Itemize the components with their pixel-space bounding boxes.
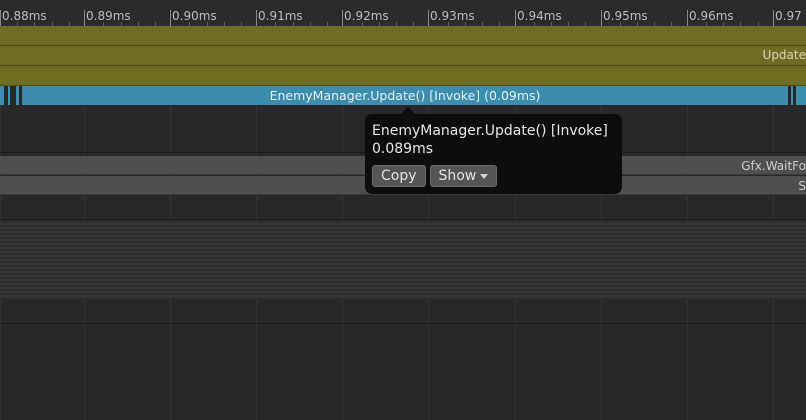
- copy-button-label: Copy: [381, 168, 417, 184]
- sample-bar-script-run[interactable]: [0, 66, 806, 86]
- sample-sliver[interactable]: [8, 86, 10, 105]
- sample-sliver[interactable]: [796, 86, 806, 105]
- copy-button[interactable]: Copy: [372, 165, 426, 187]
- ruler-label: 0.93ms: [430, 9, 475, 23]
- tooltip-sample-name: EnemyManager.Update() [Invoke]: [372, 123, 608, 139]
- marker-row: EnemyManager.Update() [Invoke] (0.09ms): [0, 86, 806, 105]
- collapsed-thread-group[interactable]: [0, 221, 806, 299]
- track-separator: [0, 323, 806, 324]
- chevron-down-icon: [480, 173, 489, 179]
- sample-tooltip: EnemyManager.Update() [Invoke] 0.089ms C…: [365, 107, 622, 194]
- sample-sliver[interactable]: [791, 86, 793, 105]
- tooltip-arrow: [401, 107, 415, 114]
- ruler-label: 0.91ms: [258, 9, 303, 23]
- sample-bar-label: Update: [762, 48, 806, 62]
- sample-bar-label: Gfx.WaitFo: [741, 159, 806, 173]
- ruler-label: 0.96ms: [689, 9, 734, 23]
- sample-sliver[interactable]: [16, 86, 19, 105]
- sample-bar-label: S: [798, 179, 806, 193]
- sample-bar-player-loop[interactable]: [0, 26, 806, 46]
- ruler-label: 0.92ms: [344, 9, 389, 23]
- track-separator: [0, 219, 806, 220]
- timeline-ruler[interactable]: 0.88ms 0.89ms 0.90ms 0.91ms 0.92ms 0.93m…: [0, 0, 806, 27]
- tooltip-duration: 0.089ms: [372, 141, 434, 157]
- show-button-label: Show: [438, 168, 477, 184]
- sample-sliver[interactable]: [0, 86, 4, 105]
- ruler-label: 0.90ms: [172, 9, 217, 23]
- ruler-label: 0.97: [775, 9, 802, 23]
- ruler-label: 0.89ms: [86, 9, 131, 23]
- ruler-label: 0.94ms: [517, 9, 562, 23]
- selected-sample-bar[interactable]: EnemyManager.Update() [Invoke] (0.09ms): [22, 86, 788, 105]
- show-dropdown-button[interactable]: Show: [429, 165, 498, 187]
- ruler-label: 0.95ms: [603, 9, 648, 23]
- ruler-label: 0.88ms: [2, 9, 47, 23]
- sample-bar-update[interactable]: Update: [0, 46, 806, 66]
